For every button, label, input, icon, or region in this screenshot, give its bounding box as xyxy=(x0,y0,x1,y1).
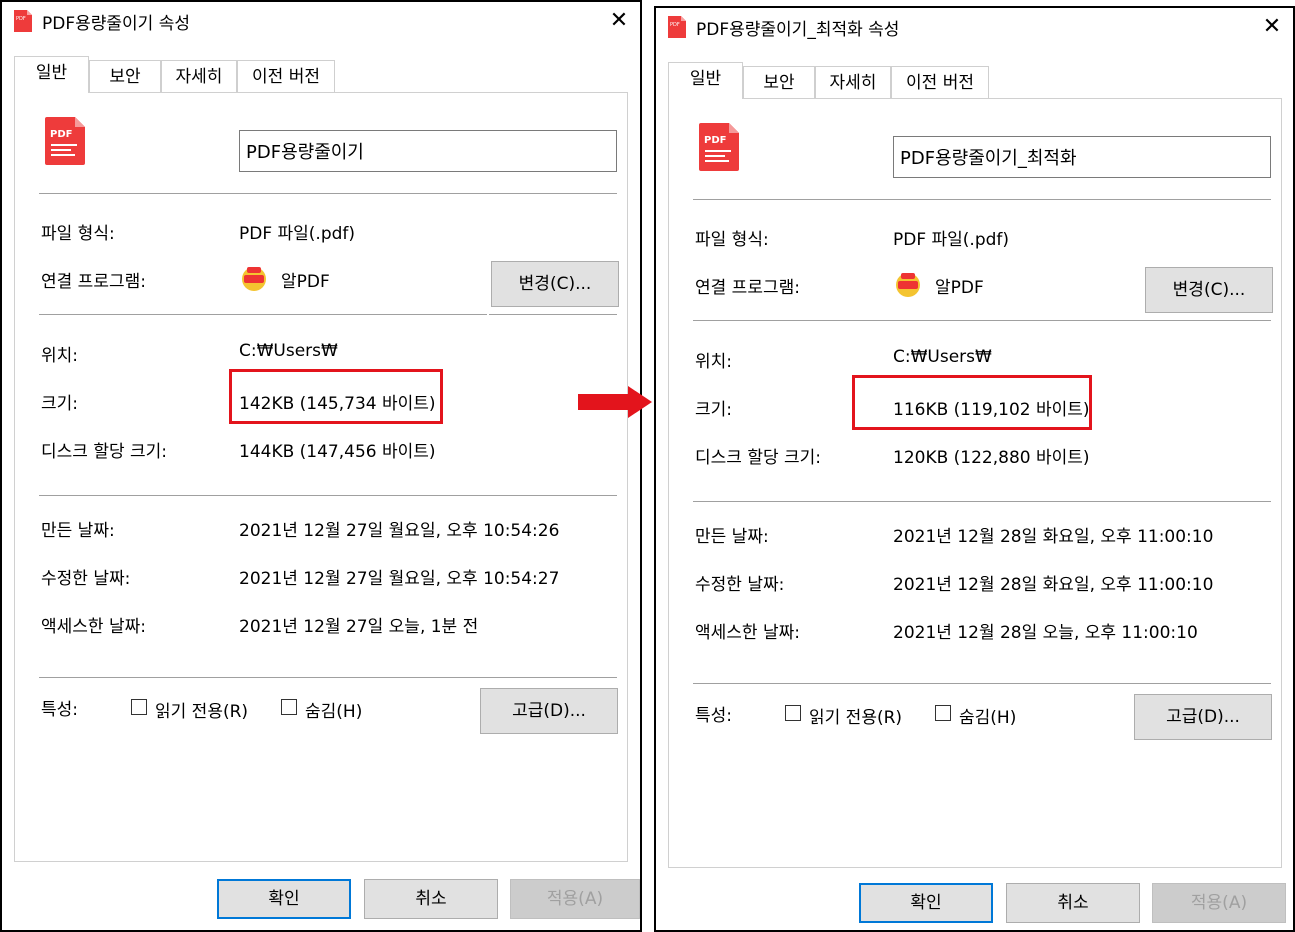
program-label: 연결 프로그램: xyxy=(41,272,146,292)
advanced-button[interactable]: 고급(D)... xyxy=(480,688,618,734)
hidden-checkbox[interactable] xyxy=(281,699,297,715)
hidden-label: 숨김(H) xyxy=(959,708,1017,728)
size-label: 크기: xyxy=(695,400,733,420)
created-label: 만든 날짜: xyxy=(695,527,769,547)
cancel-button[interactable]: 취소 xyxy=(1006,883,1140,923)
change-program-button[interactable]: 변경(C)... xyxy=(1145,267,1273,313)
file-type-label: 파일 형식: xyxy=(695,230,769,250)
change-program-button[interactable]: 변경(C)... xyxy=(491,261,619,307)
general-panel: PDF 파일 형식: PDF 파일(.pdf) 연결 프로그램: 알PDF 변경… xyxy=(668,98,1282,868)
accessed-label: 액세스한 날짜: xyxy=(41,617,146,637)
divider xyxy=(693,199,1271,200)
created-label: 만든 날짜: xyxy=(41,521,115,541)
modified-value: 2021년 12월 27일 월요일, 오후 10:54:27 xyxy=(239,569,560,589)
location-label: 위치: xyxy=(695,352,733,372)
window-title: PDF용량줄이기 속성 xyxy=(42,14,191,34)
file-type-value: PDF 파일(.pdf) xyxy=(239,224,356,244)
close-button[interactable]: ✕ xyxy=(604,6,634,36)
pdf-file-icon: PDF xyxy=(14,10,32,32)
alpdf-app-icon xyxy=(242,267,266,291)
readonly-label: 읽기 전용(R) xyxy=(809,708,903,728)
divider xyxy=(39,314,487,315)
tab-previous-versions[interactable]: 이전 버전 xyxy=(237,60,335,92)
window-title: PDF용량줄이기_최적화 속성 xyxy=(696,20,900,40)
divider xyxy=(39,677,617,678)
disk-size-label: 디스크 할당 크기: xyxy=(41,442,168,462)
hidden-label: 숨김(H) xyxy=(305,702,363,722)
title-bar: PDF PDF용량줄이기_최적화 속성 ✕ xyxy=(656,8,1293,46)
title-bar: PDF PDF용량줄이기 속성 ✕ xyxy=(2,2,640,40)
readonly-checkbox[interactable] xyxy=(785,705,801,721)
size-highlight-box xyxy=(229,369,443,424)
modified-label: 수정한 날짜: xyxy=(695,575,785,595)
pdf-file-icon: PDF xyxy=(699,123,739,171)
modified-value: 2021년 12월 28일 화요일, 오후 11:00:10 xyxy=(893,575,1214,595)
apply-button[interactable]: 적용(A) xyxy=(510,879,640,919)
tab-general[interactable]: 일반 xyxy=(668,62,743,99)
apply-button[interactable]: 적용(A) xyxy=(1152,883,1286,923)
program-value: 알PDF xyxy=(281,272,330,292)
tab-details[interactable]: 자세히 xyxy=(161,60,237,92)
properties-dialog-original: PDF PDF용량줄이기 속성 ✕ 일반 보안 자세히 이전 버전 PDF 파일… xyxy=(0,0,642,932)
svg-text:PDF: PDF xyxy=(50,129,72,140)
cancel-button[interactable]: 취소 xyxy=(364,879,498,919)
location-value: C:₩Users₩ xyxy=(893,347,992,367)
created-value: 2021년 12월 28일 화요일, 오후 11:00:10 xyxy=(893,527,1214,547)
file-type-value: PDF 파일(.pdf) xyxy=(893,230,1010,250)
attributes-label: 특성: xyxy=(695,706,733,726)
advanced-button[interactable]: 고급(D)... xyxy=(1134,694,1272,740)
program-label: 연결 프로그램: xyxy=(695,278,800,298)
modified-label: 수정한 날짜: xyxy=(41,569,131,589)
filename-field[interactable] xyxy=(239,130,617,172)
properties-dialog-optimized: PDF PDF용량줄이기_최적화 속성 ✕ 일반 보안 자세히 이전 버전 PD… xyxy=(654,6,1295,932)
accessed-value: 2021년 12월 27일 오늘, 1분 전 xyxy=(239,617,479,637)
tab-security[interactable]: 보안 xyxy=(743,66,815,98)
accessed-value: 2021년 12월 28일 오늘, 오후 11:00:10 xyxy=(893,623,1198,643)
close-button[interactable]: ✕ xyxy=(1257,12,1287,42)
alpdf-app-icon xyxy=(896,273,920,297)
pdf-file-icon: PDF xyxy=(668,16,686,38)
disk-size-label: 디스크 할당 크기: xyxy=(695,448,822,468)
accessed-label: 액세스한 날짜: xyxy=(695,623,800,643)
disk-size-value: 120KB (122,880 바이트) xyxy=(893,448,1090,468)
tab-details[interactable]: 자세히 xyxy=(815,66,891,98)
tab-general[interactable]: 일반 xyxy=(14,56,89,93)
ok-button[interactable]: 확인 xyxy=(217,879,351,919)
divider xyxy=(693,683,1271,684)
right-arrow-icon xyxy=(578,386,652,418)
readonly-checkbox[interactable] xyxy=(131,699,147,715)
divider xyxy=(39,193,617,194)
tab-previous-versions[interactable]: 이전 버전 xyxy=(891,66,989,98)
size-label: 크기: xyxy=(41,394,79,414)
svg-text:PDF: PDF xyxy=(16,16,26,22)
ok-button[interactable]: 확인 xyxy=(859,883,993,923)
divider xyxy=(693,320,1271,321)
attributes-label: 특성: xyxy=(41,700,79,720)
hidden-checkbox[interactable] xyxy=(935,705,951,721)
created-value: 2021년 12월 27일 월요일, 오후 10:54:26 xyxy=(239,521,560,541)
divider xyxy=(693,501,1271,502)
readonly-label: 읽기 전용(R) xyxy=(155,702,249,722)
divider xyxy=(489,314,617,315)
svg-text:PDF: PDF xyxy=(670,22,680,28)
pdf-file-icon: PDF xyxy=(45,117,85,165)
program-value: 알PDF xyxy=(935,278,984,298)
filename-field[interactable] xyxy=(893,136,1271,178)
svg-text:PDF: PDF xyxy=(704,135,726,146)
disk-size-value: 144KB (147,456 바이트) xyxy=(239,442,436,462)
location-label: 위치: xyxy=(41,346,79,366)
size-highlight-box xyxy=(852,375,1092,430)
file-type-label: 파일 형식: xyxy=(41,224,115,244)
location-value: C:₩Users₩ xyxy=(239,341,338,361)
tab-security[interactable]: 보안 xyxy=(89,60,161,92)
divider xyxy=(39,495,617,496)
general-panel: PDF 파일 형식: PDF 파일(.pdf) 연결 프로그램: 알PDF 변경… xyxy=(14,92,628,862)
